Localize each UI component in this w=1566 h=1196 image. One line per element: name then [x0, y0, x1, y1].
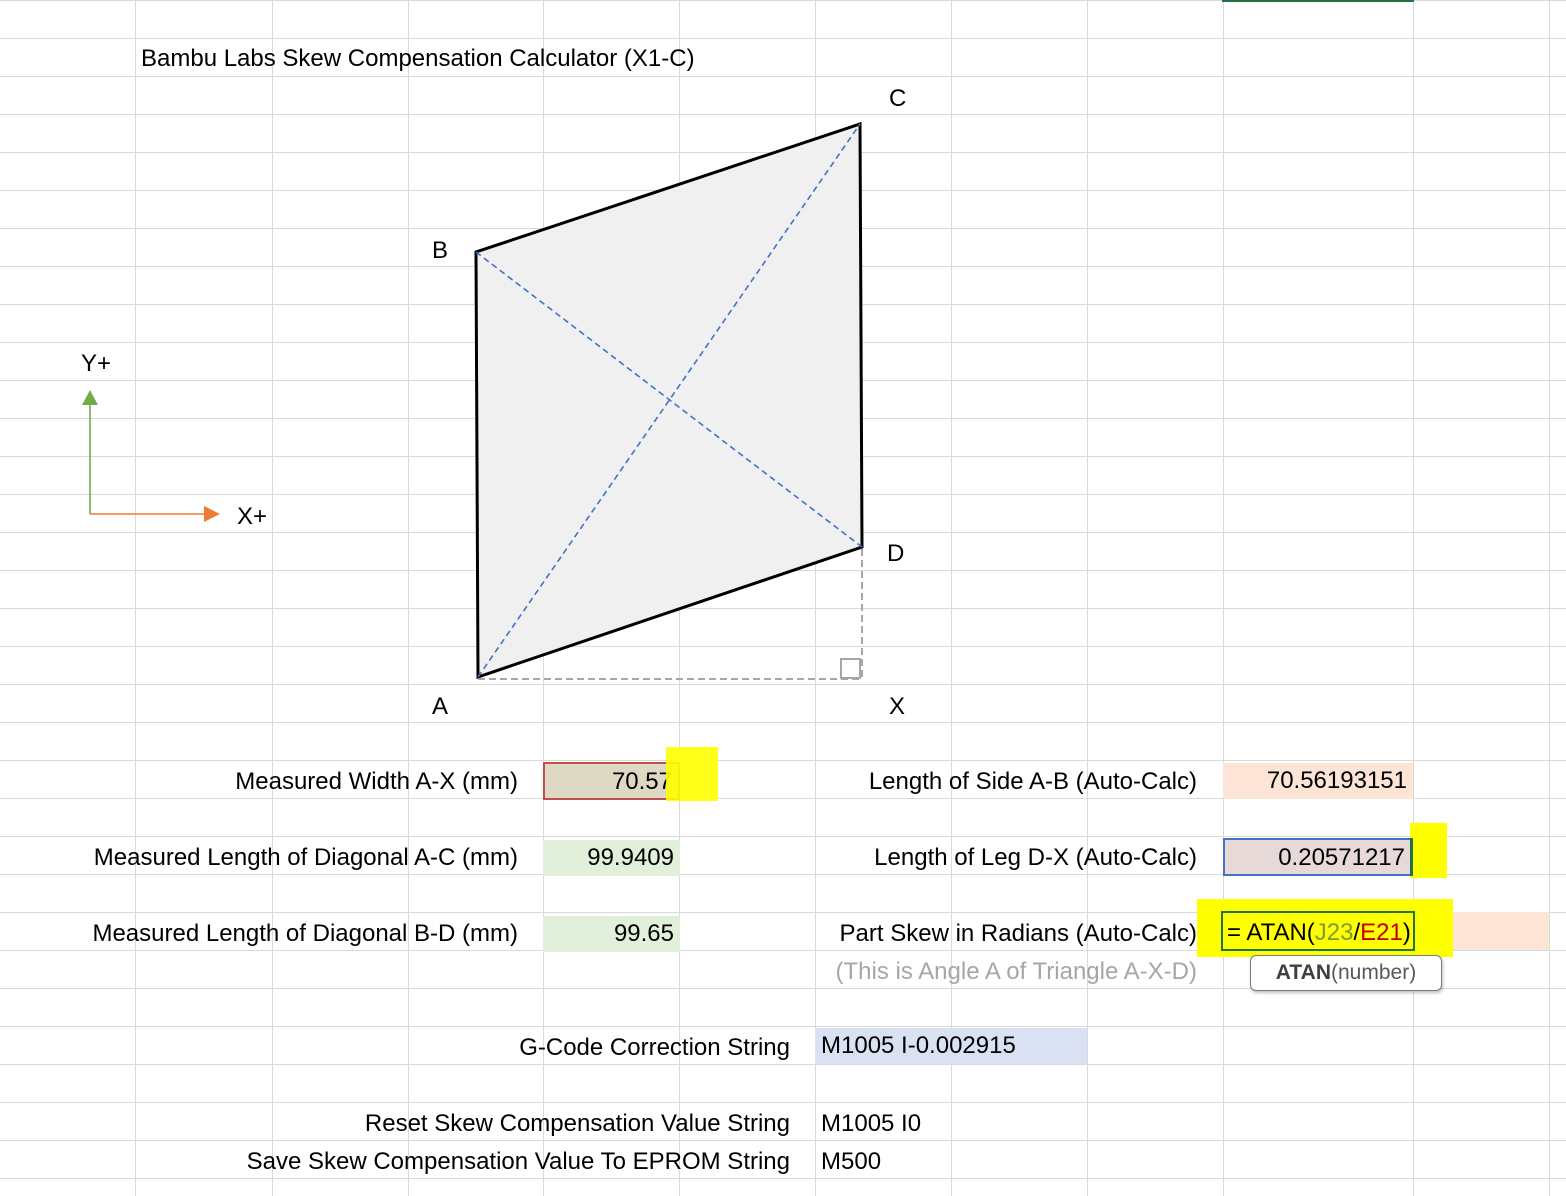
highlight-marker	[1410, 823, 1447, 878]
side-ab-label: Length of Side A-B (Auto-Calc)	[868, 768, 1197, 795]
gcode-correction-output[interactable]: M1005 I-0.002915	[815, 1028, 1087, 1064]
vertex-label-x: X	[889, 693, 906, 720]
axis-x-arrowhead	[204, 506, 220, 522]
width-ax-label: Measured Width A-X (mm)	[235, 768, 518, 795]
save-eprom-output[interactable]: M500	[815, 1144, 1087, 1180]
skew-note: (This is Angle A of Triangle A-X-D)	[835, 958, 1198, 985]
right-angle-marker	[840, 658, 861, 679]
function-tooltip[interactable]: ATAN(number)	[1250, 955, 1442, 991]
diagonal-ac-label: Measured Length of Diagonal A-C (mm)	[93, 844, 518, 871]
formula-ref-j23[interactable]: J23	[1315, 919, 1354, 946]
leg-dx-output[interactable]: 0.20571217	[1223, 838, 1413, 876]
reset-skew-label: Reset Skew Compensation Value String	[364, 1110, 790, 1137]
formula-suffix: )	[1402, 919, 1411, 946]
vertex-label-d: D	[887, 540, 905, 567]
gridline	[0, 1178, 1566, 1179]
axis-y-label: Y+	[81, 350, 112, 377]
side-ab-output[interactable]: 70.56193151	[1223, 763, 1413, 799]
save-eprom-label: Save Skew Compensation Value To EPROM St…	[246, 1148, 790, 1175]
gridline	[0, 1102, 1566, 1103]
formula-prefix: = ATAN(	[1227, 919, 1315, 946]
tooltip-function-name[interactable]: ATAN	[1276, 961, 1331, 984]
formula-ref-e21[interactable]: E21	[1360, 919, 1403, 946]
axis-x-label: X+	[237, 503, 268, 530]
gridline	[0, 760, 1566, 761]
leg-dx-label: Length of Leg D-X (Auto-Calc)	[874, 844, 1197, 871]
gridline	[0, 1140, 1566, 1141]
skew-formula-editor[interactable]: = ATAN(J23/E21)	[1223, 915, 1463, 951]
tooltip-argument: (number)	[1331, 961, 1417, 984]
axis-y-arrowhead	[82, 390, 98, 405]
gcode-correction-value: M1005 I-0.002915	[821, 1032, 1016, 1059]
gcode-correction-label: G-Code Correction String	[519, 1034, 790, 1061]
diagonal-bd-label: Measured Length of Diagonal B-D (mm)	[92, 920, 518, 947]
gridline	[0, 1064, 1566, 1065]
side-ab-value: 70.56193151	[1266, 767, 1407, 794]
vertex-label-c: C	[889, 85, 907, 112]
skew-diagram	[82, 121, 864, 680]
cell-border-marker	[1410, 838, 1413, 876]
skew-radians-label: Part Skew in Radians (Auto-Calc)	[839, 920, 1197, 947]
reset-skew-output[interactable]: M1005 I0	[815, 1106, 1087, 1142]
vertex-label-b: B	[432, 237, 449, 264]
reset-skew-value: M1005 I0	[821, 1110, 922, 1137]
vertex-label-a: A	[432, 693, 449, 720]
gridline	[0, 836, 1566, 837]
leg-dx-value: 0.20571217	[1278, 844, 1405, 871]
gridline	[0, 1026, 1566, 1027]
skew-cell-overflow	[1453, 912, 1549, 950]
save-eprom-value: M500	[821, 1148, 882, 1175]
